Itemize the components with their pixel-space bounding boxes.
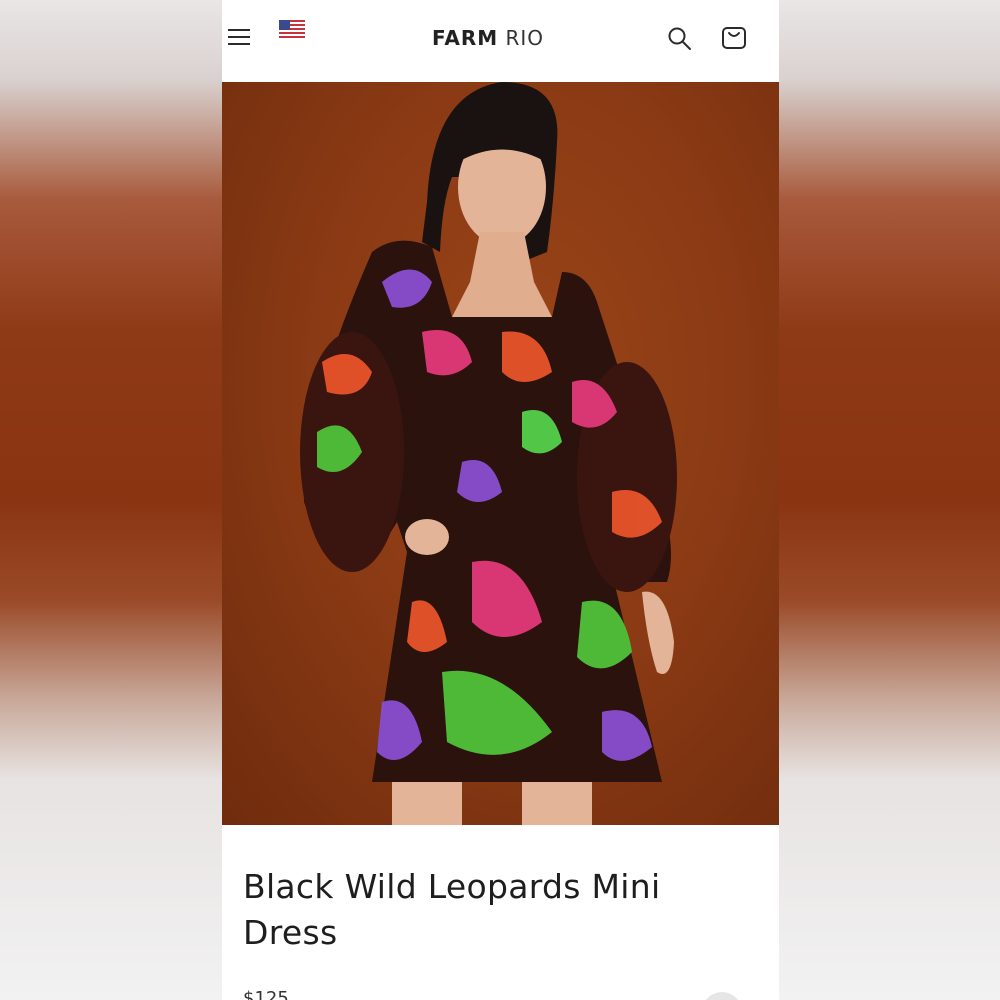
scroll-control[interactable] [702,992,742,1000]
us-flag-icon[interactable] [279,20,305,38]
product-price: $125 [243,988,289,1000]
logo-wordmark-farm: FARM [432,26,499,50]
site-header: FARM RIO [222,0,779,82]
logo-wordmark-rio: RIO [505,26,545,50]
search-icon[interactable] [667,26,693,52]
mobile-page: FARM RIO Black Wild Leopards Mini Dress … [222,0,779,1000]
product-image[interactable] [222,82,779,825]
shopping-bag-icon[interactable] [720,22,748,52]
brand-logo[interactable]: FARM RIO [432,24,560,52]
product-photo [300,82,677,825]
blurred-backdrop: FARM RIO Black Wild Leopards Mini Dress … [0,0,1000,1000]
hamburger-menu-icon[interactable] [228,26,250,48]
product-title: Black Wild Leopards Mini Dress [243,867,661,952]
